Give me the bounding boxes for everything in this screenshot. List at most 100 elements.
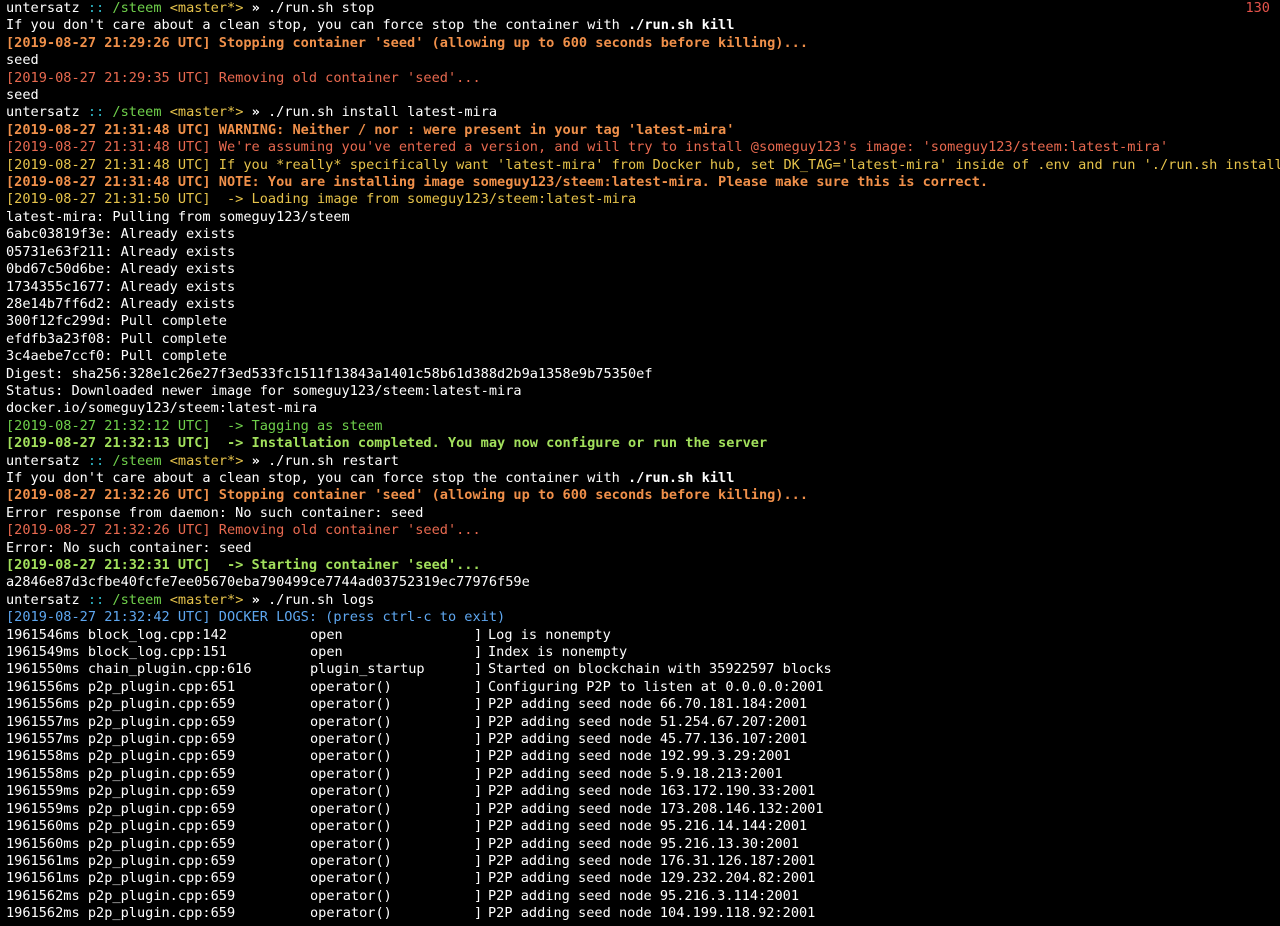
log-source: 1961559ms p2p_plugin.cpp:659 (6, 783, 236, 800)
prompt-line: untersatz :: /steem <master*> » ./run.sh… (6, 104, 1280, 121)
log-line: 1961562ms p2p_plugin.cpp:659 operator()] P… (6, 888, 1280, 905)
prompt-line: untersatz :: /steem <master*> » ./run.sh… (6, 592, 1280, 609)
log-message: P2P adding seed node 95.216.3.114:2001 (488, 887, 799, 904)
removing-line: [2019-08-27 21:32:26 UTC] Removing old c… (6, 522, 481, 539)
log-line: 1961549ms block_log.cpp:151 open] Index is… (6, 644, 1280, 661)
log-source: 1961561ms p2p_plugin.cpp:659 (6, 870, 236, 887)
log-function: operator() (310, 696, 392, 713)
container-id-line: a2846e87d3cfbe40fcfe7ee05670eba790499ce7… (6, 574, 530, 591)
completed-line: [2019-08-27 21:32:13 UTC] -> Installatio… (6, 435, 768, 452)
prompt-branch: <master*> (169, 452, 244, 469)
output-line: If you don't care about a clean stop, yo… (6, 470, 1280, 487)
log-message: P2P adding seed node 192.99.3.29:2001 (488, 748, 791, 765)
tagging-line: [2019-08-27 21:32:12 UTC] -> Tagging as … (6, 417, 383, 434)
stopping-line: [2019-08-27 21:29:26 UTC] Stopping conta… (6, 34, 809, 51)
log-bracket: ] (474, 644, 483, 661)
error-line: Error: No such container: seed (6, 539, 252, 556)
log-source: 1961558ms p2p_plugin.cpp:659 (6, 748, 236, 765)
force-stop-command: ./run.sh kill (628, 469, 735, 486)
prompt-line: untersatz :: /steem <master*> » ./run.sh… (6, 453, 1280, 470)
prompt-path: /steem (112, 452, 162, 469)
log-message: P2P adding seed node 51.254.67.207:2001 (488, 713, 808, 730)
log-bracket: ] (474, 661, 483, 678)
log-bracket: ] (474, 626, 483, 643)
prompt-branch: <master*> (169, 591, 244, 608)
prompt-arrow: » (251, 0, 260, 16)
digest-line: Digest: sha256:328e1c26e27f3ed533fc1511f… (6, 365, 653, 382)
log-source: 1961562ms p2p_plugin.cpp:659 (6, 905, 236, 922)
log-message: Log is nonempty (488, 626, 611, 643)
output-line: If you don't care about a clean stop, yo… (6, 17, 1280, 34)
output-line: latest-mira: Pulling from someguy123/ste… (6, 208, 350, 225)
log-bracket: ] (474, 905, 483, 922)
log-source: 1961557ms p2p_plugin.cpp:659 (6, 713, 236, 730)
log-function: operator() (310, 905, 392, 922)
output-line: seed (6, 87, 39, 104)
log-bracket: ] (474, 852, 483, 869)
command-text: ./run.sh stop (267, 0, 375, 16)
log-line: 1961561ms p2p_plugin.cpp:659 operator()] P… (6, 870, 1280, 887)
command-text: ./run.sh install latest-mira (267, 104, 498, 121)
force-stop-text: If you don't care about a clean stop, yo… (6, 17, 628, 34)
log-source: 1961556ms p2p_plugin.cpp:659 (6, 696, 236, 713)
log-message: P2P adding seed node 66.70.181.184:2001 (488, 696, 808, 713)
terminal-window[interactable]: 130 untersatz :: /steem <master*> » ./ru… (0, 0, 1280, 926)
force-stop-text: If you don't care about a clean stop, yo… (6, 469, 628, 486)
assuming-line: [2019-08-27 21:31:48 UTC] We're assuming… (6, 139, 1169, 156)
prompt-path: /steem (112, 104, 162, 121)
log-source: 1961556ms p2p_plugin.cpp:651 (6, 678, 236, 695)
log-function: operator() (310, 887, 392, 904)
log-bracket: ] (474, 678, 483, 695)
output-line: seed (6, 52, 39, 69)
log-line: 1961560ms p2p_plugin.cpp:659 operator()] P… (6, 836, 1280, 853)
log-line: 1961562ms p2p_plugin.cpp:659 operator()] P… (6, 905, 1280, 922)
log-message: P2P adding seed node 95.216.14.144:2001 (488, 818, 808, 835)
log-source: 1961559ms p2p_plugin.cpp:659 (6, 800, 236, 817)
prompt-separator: :: (87, 452, 105, 469)
layer-line: 28e14b7ff6d2: Already exists (6, 295, 236, 312)
log-bracket: ] (474, 818, 483, 835)
log-bracket: ] (474, 783, 483, 800)
log-function: operator() (310, 731, 392, 748)
log-source: 1961560ms p2p_plugin.cpp:659 (6, 835, 236, 852)
prompt-user: untersatz (6, 452, 80, 469)
log-message: Started on blockchain with 35922597 bloc… (488, 661, 832, 678)
log-function: plugin_startup (310, 661, 425, 678)
log-line: 1961557ms p2p_plugin.cpp:659 operator()] P… (6, 731, 1280, 748)
really-line: [2019-08-27 21:31:48 UTC] If you *really… (6, 156, 1280, 173)
prompt-separator: :: (87, 591, 105, 608)
loading-line: [2019-08-27 21:31:50 UTC] -> Loading ima… (6, 191, 637, 208)
log-function: operator() (310, 713, 392, 730)
log-message: P2P adding seed node 176.31.126.187:2001 (488, 852, 816, 869)
log-source: 1961558ms p2p_plugin.cpp:659 (6, 765, 236, 782)
log-bracket: ] (474, 887, 483, 904)
layer-line: 0bd67c50d6be: Already exists (6, 261, 236, 278)
log-line: 1961557ms p2p_plugin.cpp:659 operator()] P… (6, 714, 1280, 731)
log-bracket: ] (474, 765, 483, 782)
prompt-arrow: » (251, 104, 260, 121)
prompt-arrow: » (251, 452, 260, 469)
log-source: 1961560ms p2p_plugin.cpp:659 (6, 818, 236, 835)
prompt-arrow: » (251, 591, 260, 608)
prompt-branch: <master*> (169, 0, 244, 16)
error-line: Error response from daemon: No such cont… (6, 504, 424, 521)
log-function: operator() (310, 818, 392, 835)
layer-line: 1734355c1677: Already exists (6, 278, 236, 295)
log-bracket: ] (474, 800, 483, 817)
log-bracket: ] (474, 835, 483, 852)
layer-line: efdfb3a23f08: Pull complete (6, 330, 227, 347)
log-line: 1961556ms p2p_plugin.cpp:651 operator()] C… (6, 679, 1280, 696)
log-function: operator() (310, 783, 392, 800)
log-message: P2P adding seed node 163.172.190.33:2001 (488, 783, 816, 800)
prompt-user: untersatz (6, 104, 80, 121)
log-rows: 1961546ms block_log.cpp:142 open] Log is n… (6, 627, 1280, 923)
log-line: 1961558ms p2p_plugin.cpp:659 operator()] P… (6, 766, 1280, 783)
log-source: 1961561ms p2p_plugin.cpp:659 (6, 852, 236, 869)
log-line: 1961560ms p2p_plugin.cpp:659 operator()] P… (6, 818, 1280, 835)
log-message: P2P adding seed node 173.208.146.132:200… (488, 800, 824, 817)
prompt-user: untersatz (6, 0, 80, 16)
status-line: Status: Downloaded newer image for someg… (6, 382, 522, 399)
log-bracket: ] (474, 748, 483, 765)
log-message: P2P adding seed node 45.77.136.107:2001 (488, 731, 808, 748)
log-line: 1961561ms p2p_plugin.cpp:659 operator()] P… (6, 853, 1280, 870)
